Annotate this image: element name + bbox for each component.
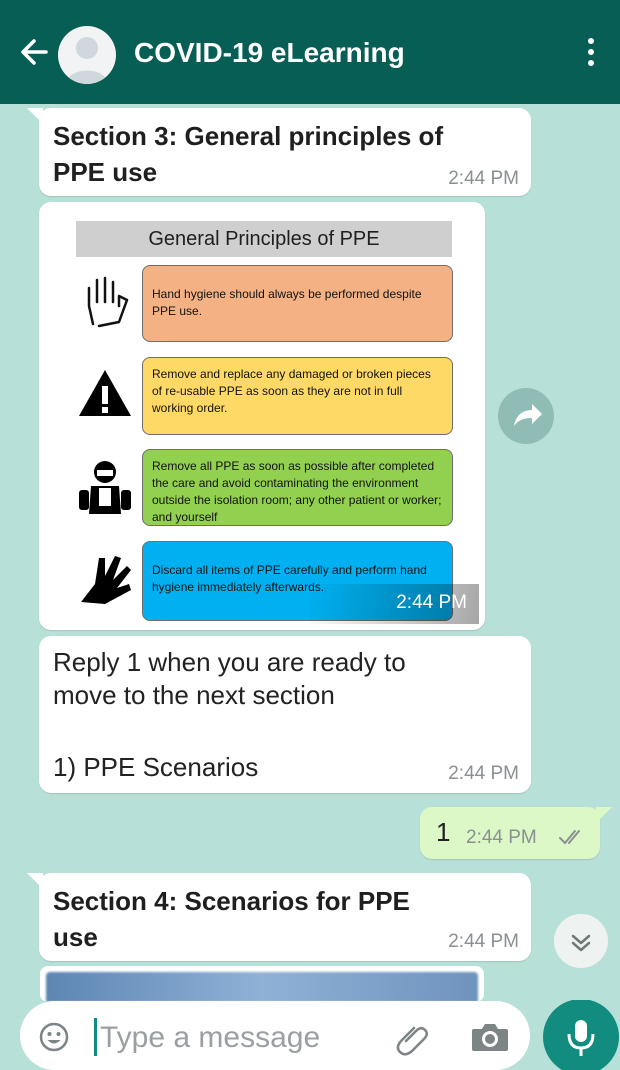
message-title-line: PPE use [53,157,158,187]
message-title-line: use [53,922,98,952]
message-reply-prompt: Reply 1 when you are ready to move to th… [39,636,531,793]
hand-icon [75,272,135,332]
scroll-down-icon[interactable] [554,914,608,968]
message-text-line: move to the next section [53,680,335,710]
message-input[interactable]: Type a message [100,1021,320,1055]
message-composer: Type a message [20,1001,530,1070]
message-section-4: Section 4: Scenarios for PPE use 2:44 PM [27,873,531,961]
paperclip-icon[interactable] [394,1019,432,1057]
double-check-icon [558,827,586,847]
avatar[interactable] [58,26,116,84]
message-timestamp: 2:44 PM [448,931,519,952]
principle-card: Remove all PPE as soon as possible after… [142,449,453,526]
reply-option: 1) PPE Scenarios [53,752,259,782]
infographic-title: General Principles of PPE [76,221,452,257]
camera-icon[interactable] [470,1021,510,1053]
chat-header: COVID-19 eLearning [0,0,620,104]
message-timestamp: 2:44 PM [396,592,467,613]
forward-icon[interactable] [498,388,554,444]
message-text-line: Reply 1 when you are ready to [53,647,406,677]
more-vert-icon[interactable] [578,38,604,72]
principle-card: Hand hygiene should always be performed … [142,265,453,342]
outgoing-message: 1 2:44 PM [420,807,612,859]
image-message-preview[interactable] [40,966,484,1002]
mic-button[interactable] [540,999,620,1070]
message-timestamp: 2:44 PM [448,168,519,189]
chat-title[interactable]: COVID-19 eLearning [134,37,405,69]
ppe-infographic[interactable]: General Principles of PPE Hand hygiene s… [45,208,479,624]
message-section-3: Section 3: General principles of PPE use… [27,108,531,196]
image-message[interactable]: General Principles of PPE Hand hygiene s… [39,202,485,630]
worker-ppe-icon [75,456,135,516]
glove-icon [75,548,135,608]
message-text: 1 [436,817,451,847]
emoji-icon[interactable] [38,1021,70,1053]
arrow-left-icon[interactable] [16,32,52,72]
message-timestamp: 2:44 PM [466,827,537,848]
message-title-line: Section 4: Scenarios for PPE [53,886,410,916]
text-cursor [94,1018,97,1056]
warning-triangle-icon [75,364,135,424]
message-title-line: Section 3: General principles of [53,121,444,151]
message-timestamp: 2:44 PM [448,763,519,784]
principle-card: Remove and replace any damaged or broken… [142,357,453,435]
